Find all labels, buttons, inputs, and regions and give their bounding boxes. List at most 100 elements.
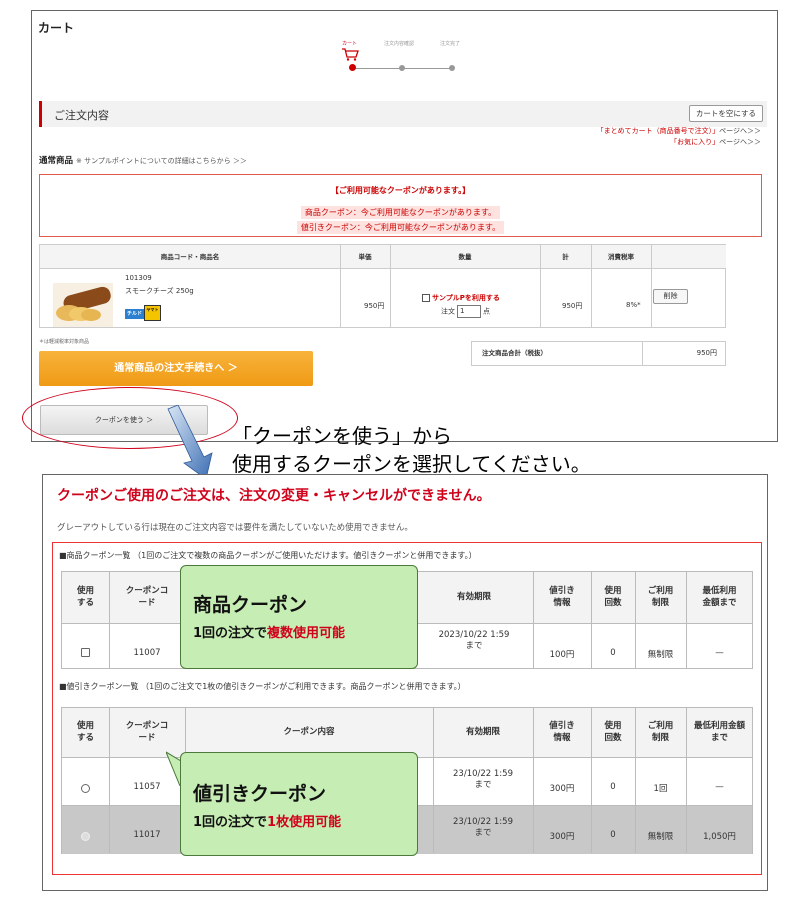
- step-dot-complete: [449, 65, 455, 71]
- col-use: 使用 する: [76, 586, 94, 608]
- col-discount: 値引き 情報: [549, 586, 575, 608]
- step-confirm-label: 注文内容確認: [384, 41, 415, 47]
- callout-sub-highlight: 1枚使用可能: [267, 815, 342, 830]
- order-total-value: 950円: [696, 349, 717, 357]
- col-header-action: [651, 245, 726, 269]
- coupon-count: 0: [610, 648, 616, 658]
- callout-title: 商品クーポン: [193, 594, 308, 616]
- coupon-radio-cell[interactable]: [62, 784, 109, 796]
- coupon-available-notice: 【ご利用可能なクーポンがあります。】 商品クーポン：今ご利用可能なクーポンがあり…: [39, 174, 762, 237]
- coupon-min-amount: 1,050円: [703, 832, 736, 842]
- discount-coupon-radio[interactable]: [81, 784, 90, 793]
- delete-item-button[interactable]: 削除: [653, 289, 688, 304]
- step-dot-cart: [349, 64, 356, 71]
- col-min-amount: 最低利用金額 まで: [693, 721, 745, 743]
- coupon-expiry: 2023/10/22 1:59 まで: [438, 630, 510, 652]
- coupon-code: 11017: [133, 830, 161, 840]
- coupon-limit: 無制限: [647, 832, 674, 842]
- sample-point-link[interactable]: ※ サンプルポイントについての詳細はこちらから ＞＞: [76, 157, 247, 165]
- discount-coupon-callout: 値引きクーポン 1回の注文で1枚使用可能: [180, 752, 418, 856]
- callout-sub-prefix: 1回の注文で: [193, 815, 268, 830]
- coupon-radio-cell: [62, 832, 109, 844]
- cart-table: 商品コード・商品名 単価 数量 計 消費税率 101309 スモークチーズ 25…: [39, 244, 726, 328]
- empty-cart-button[interactable]: カートを空にする: [688, 105, 763, 122]
- coupon-code: 11007: [133, 648, 161, 658]
- quantity-input[interactable]: 1: [457, 305, 481, 318]
- col-limit: ご利用 制限: [647, 586, 674, 608]
- col-use: 使用 する: [76, 721, 94, 743]
- bulk-cart-link-suffix[interactable]: ページへ＞＞: [719, 127, 761, 135]
- col-header-subtotal: 計: [540, 245, 591, 269]
- order-heading: ご注文内容: [54, 109, 109, 122]
- order-total-box: 注文商品合計（税抜） 950円: [471, 341, 726, 366]
- discount-coupon-notice: 値引きクーポン：今ご利用可能なクーポンがあります。: [296, 221, 505, 234]
- discount-coupon-radio-disabled: [81, 832, 90, 841]
- col-header-price: 単価: [340, 245, 390, 269]
- coupon-count: 0: [610, 830, 616, 840]
- line-subtotal: 950円: [562, 302, 583, 310]
- coupon-discount: 100円: [549, 650, 575, 660]
- callout-title: 値引きクーポン: [193, 783, 327, 805]
- step-dot-confirm: [399, 65, 405, 71]
- chilled-badge: チルド: [125, 309, 144, 319]
- col-expiry: 有効期限: [465, 727, 500, 738]
- callout-sub: 1回の注文で1枚使用可能: [193, 811, 341, 830]
- col-code: クーポンコ ード: [125, 586, 169, 608]
- step-cart-label: カート: [342, 41, 358, 47]
- favorites-link-text[interactable]: 「お気に入り」: [670, 138, 719, 146]
- instruction-caption-line2: 使用するクーポンを選択してください。: [232, 452, 591, 476]
- coupon-min-amount: —: [715, 648, 724, 658]
- coupon-expiry: 23/10/22 1:59 まで: [453, 817, 513, 839]
- col-count: 使用 回数: [604, 586, 622, 608]
- cart-icon: [342, 48, 359, 61]
- callout-sub: 1回の注文で複数使用可能: [193, 622, 345, 641]
- tax-rate: 8%*: [626, 301, 641, 309]
- col-header-product: 商品コード・商品名: [40, 245, 340, 269]
- favorites-link-suffix[interactable]: ページへ＞＞: [719, 138, 761, 146]
- coupon-checkbox-cell[interactable]: [62, 648, 109, 660]
- callout-sub-highlight: 複数使用可能: [267, 626, 346, 641]
- coupon-discount: 300円: [549, 832, 575, 842]
- sample-point-label: サンプルPを利用する: [432, 294, 500, 302]
- sample-point-option[interactable]: サンプルPを利用する: [422, 293, 500, 303]
- sample-point-checkbox[interactable]: [422, 294, 430, 302]
- col-discount: 値引き 情報: [549, 721, 575, 743]
- product-image: [53, 283, 113, 327]
- bulk-cart-link[interactable]: 「まとめてカート（商品番号で注文）」ページへ＞＞: [597, 126, 761, 136]
- coupon-notice-heading: 【ご利用可能なクーポンがあります。】: [330, 186, 471, 195]
- step-complete-label: 注文完了: [440, 41, 461, 47]
- product-name[interactable]: スモークチーズ 250g: [125, 286, 194, 296]
- favorites-link[interactable]: 「お気に入り」ページへ＞＞: [670, 137, 761, 147]
- order-section-header: ご注文内容 カートを空にする: [39, 101, 767, 127]
- normal-items-title: 通常商品 ※ サンプルポイントについての詳細はこちらから ＞＞: [39, 154, 247, 166]
- yamato-badge: ヤマト: [144, 305, 161, 321]
- qty-prefix: 注文: [441, 307, 455, 316]
- col-min-amount: 最低利用 金額まで: [702, 586, 737, 608]
- coupon-min-amount: —: [715, 782, 724, 792]
- coupon-expiry: 23/10/22 1:59 まで: [453, 769, 513, 791]
- product-coupon-section-title: ■商品クーポン一覧 （1回のご注文で複数の商品クーポンがご使用いただけます。値引…: [59, 551, 477, 560]
- page-title: カート: [38, 21, 75, 35]
- product-coupon-callout: 商品クーポン 1回の注文で複数使用可能: [180, 565, 418, 669]
- coupon-count: 0: [610, 782, 616, 792]
- callout-sub-prefix: 1回の注文で: [193, 626, 268, 641]
- tax-note: ＊は軽減税率対象商品: [39, 339, 90, 345]
- checkout-button[interactable]: 通常商品の注文手続きへ ＞: [39, 351, 313, 386]
- coupon-limit: 無制限: [647, 650, 674, 660]
- col-expiry: 有効期限: [456, 592, 491, 603]
- col-limit: ご利用 制限: [647, 721, 674, 743]
- coupon-warning: クーポンご使用のご注文は、注文の変更・キャンセルができません。: [57, 488, 491, 504]
- col-header-tax: 消費税率: [591, 245, 651, 269]
- product-coupon-checkbox[interactable]: [81, 648, 90, 657]
- coupon-limit: 1回: [653, 784, 668, 794]
- product-code: 101309: [125, 274, 152, 282]
- col-count: 使用 回数: [604, 721, 622, 743]
- qty-unit: 点: [483, 307, 490, 316]
- checkout-steps: カート 注文内容確認 注文完了: [332, 39, 472, 79]
- bulk-cart-link-text[interactable]: 「まとめてカート（商品番号で注文）」: [597, 127, 720, 135]
- order-total-label: 注文商品合計（税抜）: [472, 342, 643, 365]
- discount-coupon-section-title: ■値引きクーポン一覧 （1回のご注文で1枚の値引きクーポンがご利用できます。商品…: [59, 682, 466, 691]
- unit-price: 950円: [364, 302, 385, 310]
- arrow-icon: [167, 405, 213, 480]
- cart-panel: カート カート 注文内容確認 注文完了 ご注文内容 カートを空にする 「まとめて…: [31, 10, 778, 442]
